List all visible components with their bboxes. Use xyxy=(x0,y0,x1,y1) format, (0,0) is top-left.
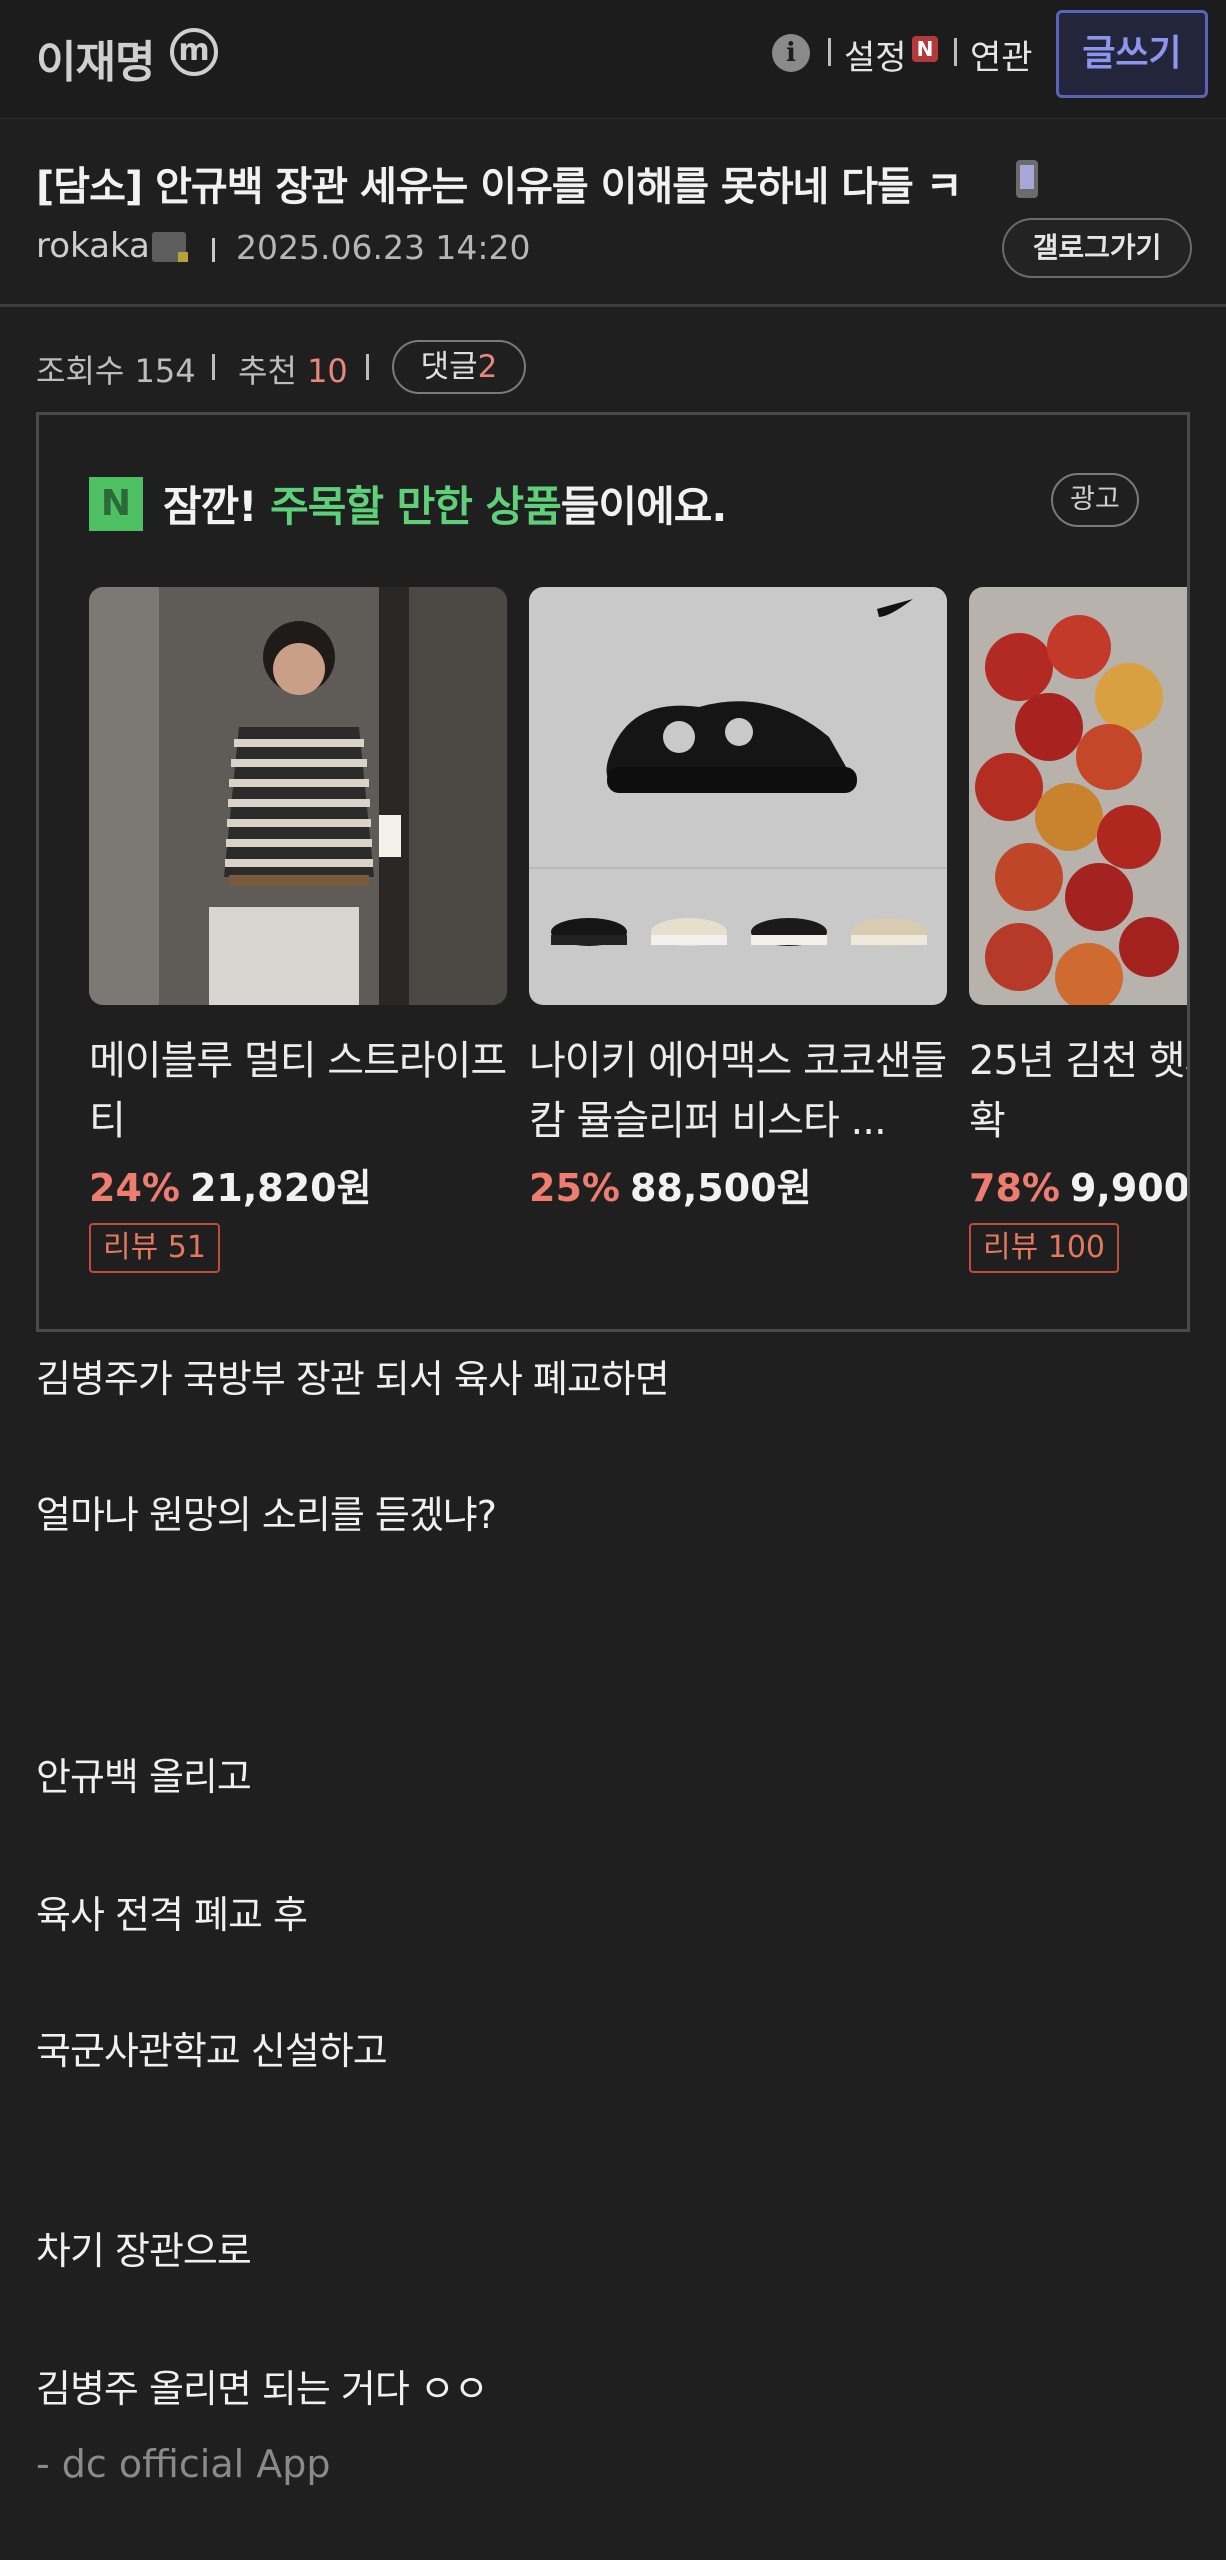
mobile-icon xyxy=(1016,160,1038,198)
naver-icon: N xyxy=(89,477,143,531)
plum-photo xyxy=(969,587,1187,1005)
ad-badge[interactable]: 광고 xyxy=(1051,473,1139,527)
comment-label: 댓글 xyxy=(420,349,478,385)
price-value: 88,500원 xyxy=(629,1166,812,1210)
striped-tee-photo xyxy=(89,587,507,1005)
author-name[interactable]: rokaka xyxy=(36,226,150,266)
app-signature: - dc official App xyxy=(36,2442,331,2486)
divider xyxy=(366,354,369,380)
views-label: 조회수 xyxy=(36,352,125,390)
product-name[interactable]: 나이키 에어맥스 코코샌들 캄 뮬슬리퍼 비스타 ... xyxy=(529,1031,959,1151)
gallog-button[interactable]: 갤로그가기 xyxy=(1002,218,1192,278)
recommend-count: 10 xyxy=(307,352,348,390)
product-price: 24% 21,820원 xyxy=(89,1157,372,1212)
review-badge: 리뷰 51 xyxy=(89,1223,220,1273)
body-line: 김병주 올리면 되는 거다 ㅇㅇ xyxy=(36,2367,489,2411)
info-icon[interactable]: i xyxy=(772,34,810,72)
ad-section: N 잠깐! 주목할 만한 상품들이에요. 광고 메이블루 멀티 스트라이프 티 … xyxy=(36,412,1190,1332)
header-divider xyxy=(0,304,1226,307)
body-line: 안규백 올리고 xyxy=(36,1755,252,1799)
product-price: 25% 88,500원 xyxy=(529,1157,812,1212)
review-badge: 리뷰 100 xyxy=(969,1223,1119,1273)
post-date: 2025.06.23 14:20 xyxy=(236,228,531,267)
discount-rate: 24% xyxy=(89,1166,180,1210)
related-link[interactable]: 연관 xyxy=(970,30,1033,79)
product-name[interactable]: 메이블루 멀티 스트라이프 티 xyxy=(89,1031,519,1151)
body-line: 국군사관학교 신설하고 xyxy=(36,2029,388,2073)
new-badge: N xyxy=(912,36,938,62)
price-value: 9,900원 xyxy=(1069,1166,1190,1210)
minor-gallery-icon: m xyxy=(170,28,218,76)
settings-link[interactable]: 설정 xyxy=(844,30,907,79)
divider xyxy=(212,354,215,380)
ad-headline-post: 들이에요. xyxy=(560,482,728,531)
ad-headline: 잠깐! 주목할 만한 상품들이에요. xyxy=(163,473,728,534)
recommend-stat: 추천 10 xyxy=(238,346,348,392)
body-line: 김병주가 국방부 장관 되서 육사 폐교하면 xyxy=(36,1357,670,1401)
product-price: 78%9,900원 xyxy=(969,1157,1190,1212)
product-image[interactable] xyxy=(89,587,507,1005)
product-image[interactable] xyxy=(529,587,947,1005)
body-line: 차기 장관으로 xyxy=(36,2229,252,2273)
body-line: 얼마나 원망의 소리를 듣겠냐? xyxy=(36,1493,497,1537)
sandal-photo xyxy=(529,587,947,1005)
write-button[interactable]: 글쓰기 xyxy=(1056,10,1208,98)
discount-rate: 78% xyxy=(969,1166,1060,1210)
top-bar: 이재명 m i 설정 N 연관 글쓰기 xyxy=(0,0,1226,119)
views-count: 154 xyxy=(134,352,196,390)
fixed-nick-icon xyxy=(152,232,188,262)
body-line: 육사 전격 폐교 후 xyxy=(36,1893,308,1937)
gallery-name[interactable]: 이재명 xyxy=(36,26,155,90)
product-name[interactable]: 25년 김천 햇자두 당일수확 xyxy=(969,1031,1187,1151)
price-value: 21,820원 xyxy=(189,1166,372,1210)
ad-headline-pre: 잠깐! xyxy=(163,482,257,531)
ad-headline-highlight: 주목할 만한 상품 xyxy=(270,482,562,531)
views-stat: 조회수 154 xyxy=(36,346,196,392)
product-image[interactable] xyxy=(969,587,1187,1005)
post-title: [담소] 안규백 장관 세유는 이유를 이해를 못하네 다들 ㅋ xyxy=(36,164,963,210)
divider xyxy=(828,38,831,66)
recommend-label: 추천 xyxy=(238,352,297,390)
comment-count: 2 xyxy=(477,349,498,385)
divider xyxy=(954,38,957,66)
discount-rate: 25% xyxy=(529,1166,620,1210)
comment-button[interactable]: 댓글2 xyxy=(392,340,526,394)
divider xyxy=(212,238,215,262)
